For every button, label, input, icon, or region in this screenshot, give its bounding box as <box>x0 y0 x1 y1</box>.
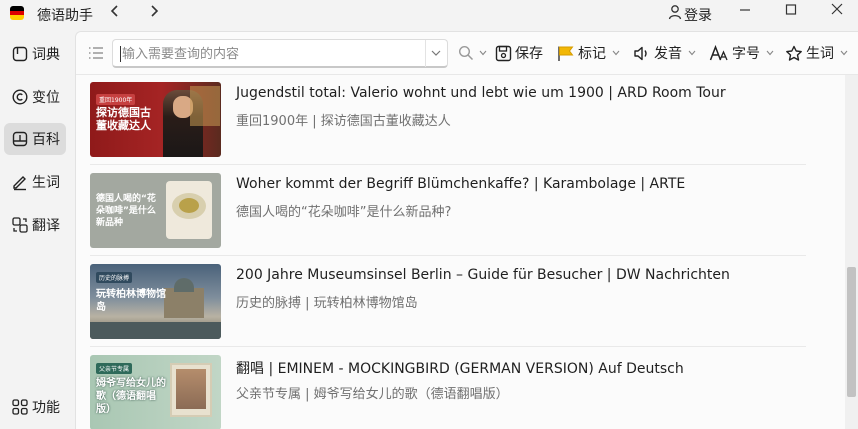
article-subtitle: 德国人喝的“花朵咖啡”是什么新品种? <box>236 205 452 220</box>
list-item[interactable]: 父亲节专属 姆爷写给女儿的歌（德语翻唱版） 翻唱 | EMINEM - MOCK… <box>90 351 806 429</box>
save-label: 保存 <box>515 46 543 62</box>
chevron-down-icon <box>431 50 441 56</box>
speaker-icon <box>634 46 647 60</box>
thumbnail-badge: 父亲节专属 <box>96 363 133 374</box>
list-item[interactable]: 历史的脉搏 玩转柏林博物馆岛 200 Jahre Museumsinsel Be… <box>90 260 806 351</box>
grid-icon <box>12 399 28 415</box>
save-button[interactable]: 保存 <box>495 43 543 63</box>
article-title[interactable]: Woher kommt der Begriff Blümchenkaffe? |… <box>236 176 685 192</box>
search-input[interactable] <box>122 44 422 64</box>
conjugation-icon <box>12 89 28 105</box>
scrollbar[interactable] <box>845 75 858 429</box>
sidebar-item-label: 百科 <box>32 132 60 148</box>
article-subtitle: 重回1900年 | 探访德国古董收藏达人 <box>236 114 451 129</box>
thumbnail-badge: 重回1900年 <box>96 94 136 105</box>
minimize-icon[interactable] <box>735 2 755 20</box>
sidebar-item-translate[interactable]: 翻译 <box>4 209 66 241</box>
article-list: 重回1900年 探访德国古董收藏达人 Jugendstil total: Val… <box>76 76 858 429</box>
pronounce-button[interactable]: 发音 <box>633 43 699 63</box>
search-history-dropdown[interactable] <box>425 40 447 67</box>
list-item[interactable]: 德国人喝的“花朵咖啡”是什么新品种 Woher kommt der Begrif… <box>90 169 806 260</box>
list-icon[interactable] <box>88 45 104 59</box>
thumbnail-caption: 玩转柏林博物馆岛 <box>96 289 166 313</box>
translate-icon <box>12 217 28 233</box>
search-box <box>112 39 448 68</box>
search-icon <box>458 45 474 61</box>
search-button[interactable] <box>458 43 490 63</box>
book-icon <box>12 46 28 62</box>
save-icon <box>495 45 512 61</box>
encyclopedia-icon <box>12 131 28 147</box>
toolbar: 保存 标记 发音 字号 生词 <box>76 32 858 75</box>
sidebar-item-label: 功能 <box>32 400 60 416</box>
pencil-icon <box>13 176 26 191</box>
article-title[interactable]: 翻唱 | EMINEM - MOCKINGBIRD (GERMAN VERSIO… <box>236 358 684 378</box>
sidebar-item-label: 词典 <box>32 47 60 63</box>
login-button[interactable]: 登录 <box>684 5 712 25</box>
article-title[interactable]: 200 Jahre Museumsinsel Berlin – Guide fü… <box>236 267 730 283</box>
chevron-down-icon <box>688 50 696 56</box>
scrollbar-thumb[interactable] <box>847 267 856 397</box>
chevron-down-icon <box>479 50 487 56</box>
sidebar-item-vocabulary[interactable]: 生词 <box>4 166 66 198</box>
divider <box>90 255 806 256</box>
flag-icon <box>558 46 574 61</box>
add-vocabulary-button[interactable]: 生词 <box>785 43 851 63</box>
list-item[interactable]: 重回1900年 探访德国古董收藏达人 Jugendstil total: Val… <box>90 78 806 169</box>
forward-arrow-icon[interactable] <box>145 3 163 22</box>
thumbnail-badge: 历史的脉搏 <box>96 272 133 283</box>
user-icon[interactable] <box>668 4 682 20</box>
article-thumbnail[interactable]: 历史的脉搏 玩转柏林博物馆岛 <box>90 264 221 339</box>
thumbnail-caption: 德国人喝的“花朵咖啡”是什么新品种 <box>96 194 156 228</box>
font-size-button[interactable]: 字号 <box>709 43 777 63</box>
mark-label: 标记 <box>578 46 606 62</box>
article-thumbnail[interactable]: 德国人喝的“花朵咖啡”是什么新品种 <box>90 173 221 248</box>
star-icon <box>786 45 802 61</box>
maximize-icon[interactable] <box>781 2 801 20</box>
title-bar: 德语助手 登录 <box>0 0 858 28</box>
back-arrow-icon[interactable] <box>106 3 124 22</box>
sidebar-item-label: 翻译 <box>32 218 60 234</box>
sidebar: 词典 变位 百科 生词 翻译 功能 <box>0 28 74 429</box>
chevron-down-icon <box>766 50 774 56</box>
divider <box>90 346 806 347</box>
article-title[interactable]: Jugendstil total: Valerio wohnt und lebt… <box>236 85 726 101</box>
main-panel: 保存 标记 发音 字号 生词 <box>75 31 858 429</box>
article-subtitle: 父亲节专属 | 姆爷写给女儿的歌（德语翻唱版） <box>236 387 509 402</box>
font-size-icon <box>709 44 728 60</box>
sidebar-item-functions[interactable]: 功能 <box>4 391 66 423</box>
sidebar-item-label: 生词 <box>32 175 60 191</box>
article-thumbnail[interactable]: 父亲节专属 姆爷写给女儿的歌（德语翻唱版） <box>90 355 221 429</box>
font-size-label: 字号 <box>732 46 760 62</box>
thumbnail-caption: 姆爷写给女儿的歌（德语翻唱版） <box>96 378 166 415</box>
vocabulary-label: 生词 <box>806 46 834 62</box>
text-caret <box>120 46 121 62</box>
divider <box>90 164 806 165</box>
thumbnail-caption: 探访德国古董收藏达人 <box>96 106 151 132</box>
sidebar-item-encyclopedia[interactable]: 百科 <box>4 123 66 155</box>
article-thumbnail[interactable]: 重回1900年 探访德国古董收藏达人 <box>90 82 221 157</box>
sidebar-item-dictionary[interactable]: 词典 <box>4 38 66 70</box>
chevron-down-icon <box>612 50 620 56</box>
app-window: 德语助手 登录 词典 变位 百科 生词 翻译 功能 输入需要查询的内容 保存 标… <box>0 0 858 429</box>
close-icon[interactable] <box>827 2 847 20</box>
article-subtitle: 历史的脉搏 | 玩转柏林博物馆岛 <box>236 296 418 311</box>
app-title: 德语助手 <box>37 8 93 24</box>
sidebar-item-conjugation[interactable]: 变位 <box>4 81 66 113</box>
app-logo-flag-icon <box>10 6 24 20</box>
sidebar-item-label: 变位 <box>32 90 60 106</box>
chevron-down-icon <box>840 50 848 56</box>
pronounce-label: 发音 <box>654 46 682 62</box>
mark-button[interactable]: 标记 <box>557 43 623 63</box>
